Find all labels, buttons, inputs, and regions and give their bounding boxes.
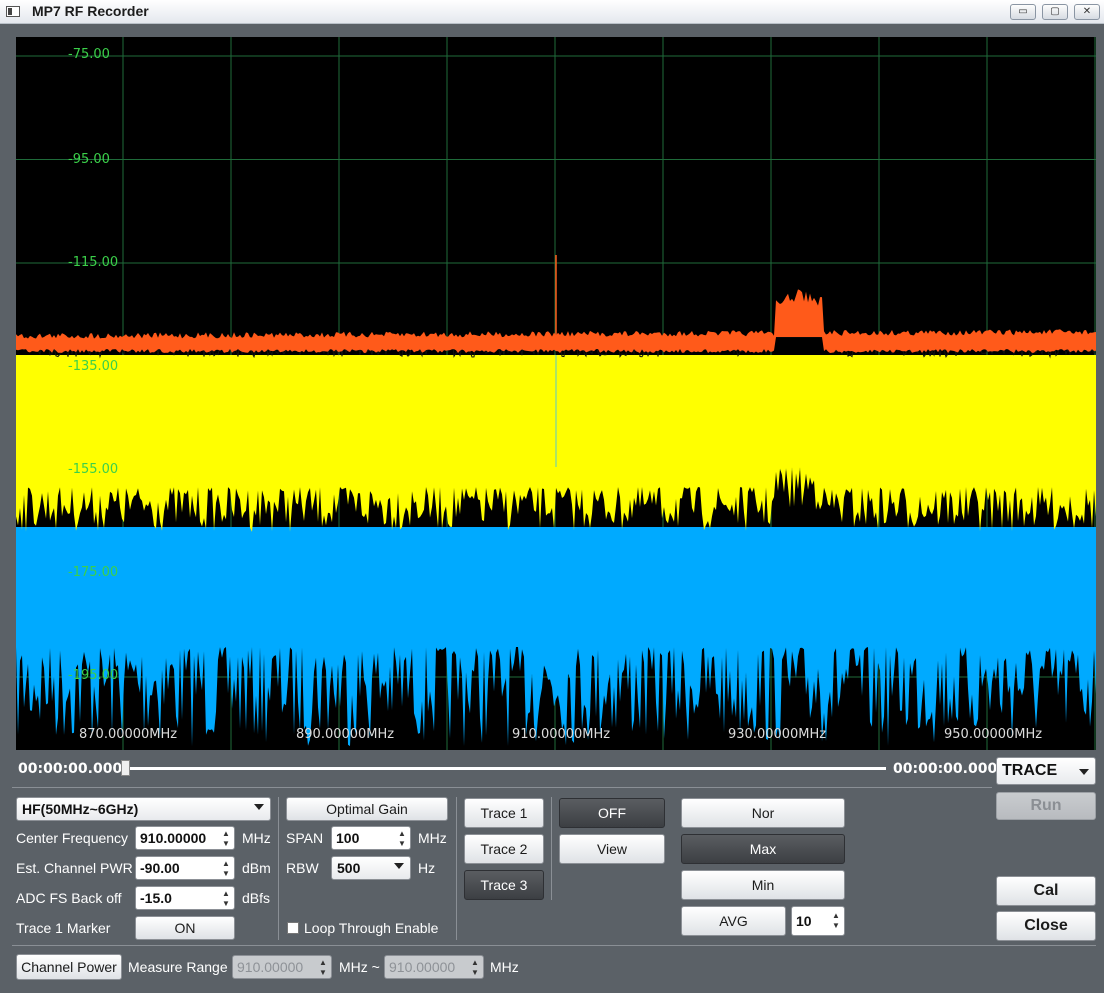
y-tick-label: -155.00 — [68, 462, 119, 477]
adc-fs-backoff-value: -15.0 — [140, 890, 172, 906]
trace-1-button[interactable]: Trace 1 — [464, 798, 544, 828]
title-bar: MP7 RF Recorder ▭ ▢ ✕ — [0, 0, 1104, 24]
spin-arrows-icon[interactable]: ▲ ▼ — [221, 859, 231, 879]
timeline-slider-thumb[interactable] — [121, 760, 130, 776]
measure-range-from-value: 910.00000 — [237, 959, 304, 975]
chevron-down-icon — [1079, 769, 1089, 775]
avg-count-value: 10 — [796, 913, 812, 929]
view-button[interactable]: View — [559, 834, 665, 864]
off-button[interactable]: OFF — [559, 798, 665, 828]
adc-fs-backoff-input[interactable]: -15.0 ▲ ▼ — [135, 886, 235, 910]
measure-range-unit: MHz — [490, 959, 519, 975]
y-tick-label: -175.00 — [68, 565, 119, 580]
y-tick-label: -135.00 — [68, 359, 119, 374]
window-title: MP7 RF Recorder — [32, 3, 149, 19]
center-frequency-label: Center Frequency — [16, 830, 129, 846]
spectrum-display: -75.00 -95.00 -115.00 -135.00 -155.00 -1… — [16, 37, 1096, 750]
spin-arrows-icon[interactable]: ▲ ▼ — [221, 829, 231, 849]
measure-range-to-input[interactable]: 910.00000 ▲ ▼ — [384, 955, 484, 979]
spin-arrows-icon[interactable]: ▲ ▼ — [221, 889, 231, 909]
rbw-label: RBW — [286, 860, 319, 876]
trace-2-button[interactable]: Trace 2 — [464, 834, 544, 864]
center-frequency-value: 910.00000 — [140, 830, 207, 846]
measure-range-label: Measure Range — [128, 959, 228, 975]
loop-through-checkbox[interactable] — [287, 922, 299, 934]
center-frequency-unit: MHz — [242, 830, 271, 846]
spectrum-plot — [16, 37, 1096, 750]
adc-fs-backoff-label: ADC FS Back off — [16, 890, 122, 906]
est-channel-pwr-value: -90.00 — [140, 860, 180, 876]
est-channel-pwr-label: Est. Channel PWR — [16, 860, 133, 876]
loop-through-label: Loop Through Enable — [304, 920, 439, 936]
min-button[interactable]: Min — [681, 870, 845, 900]
optimal-gain-button[interactable]: Optimal Gain — [286, 797, 448, 821]
divider — [12, 945, 1096, 946]
divider — [278, 797, 279, 940]
x-tick-label: 870.00000MHz — [79, 727, 178, 742]
mode-select-value: TRACE — [1002, 762, 1058, 779]
rbw-unit: Hz — [418, 860, 436, 876]
rbw-select[interactable]: 500 — [331, 856, 411, 880]
y-tick-label: -75.00 — [68, 47, 110, 62]
x-tick-label: 950.00000MHz — [944, 727, 1043, 742]
trace-3-button[interactable]: Trace 3 — [464, 870, 544, 900]
band-select-value: HF(50MHz~6GHz) — [22, 801, 139, 817]
est-channel-pwr-input[interactable]: -90.00 ▲ ▼ — [135, 856, 235, 880]
avg-button[interactable]: AVG — [681, 906, 786, 936]
measure-range-from-input[interactable]: 910.00000 ▲ ▼ — [232, 955, 332, 979]
time-end: 00:00:00.000 — [893, 761, 998, 777]
x-tick-label: 930.00000MHz — [728, 727, 827, 742]
time-start: 00:00:00.000 — [18, 761, 123, 777]
rbw-value: 500 — [337, 860, 361, 876]
max-button[interactable]: Max — [681, 834, 845, 864]
trace1-marker-toggle[interactable]: ON — [135, 916, 235, 940]
center-frequency-input[interactable]: 910.00000 ▲ ▼ — [135, 826, 235, 850]
divider — [456, 797, 457, 940]
app-icon — [6, 6, 20, 17]
span-input[interactable]: 100 ▲ ▼ — [331, 826, 411, 850]
x-tick-label: 910.00000MHz — [512, 727, 611, 742]
est-channel-pwr-unit: dBm — [242, 860, 271, 876]
minimize-button[interactable]: ▭ — [1010, 4, 1036, 20]
measure-range-to-value: 910.00000 — [389, 959, 456, 975]
avg-count-input[interactable]: 10 ▲ ▼ — [791, 906, 845, 936]
x-tick-label: 890.00000MHz — [296, 727, 395, 742]
span-label: SPAN — [286, 830, 324, 846]
channel-power-button[interactable]: Channel Power — [16, 954, 122, 980]
chevron-down-icon — [394, 863, 404, 869]
span-value: 100 — [336, 830, 360, 846]
cal-button[interactable]: Cal — [996, 876, 1096, 906]
nor-button[interactable]: Nor — [681, 798, 845, 828]
close-button[interactable]: Close — [996, 911, 1096, 941]
min-trace — [16, 527, 1096, 747]
timeline-slider[interactable] — [124, 767, 886, 770]
spin-arrows-icon[interactable]: ▲ ▼ — [318, 958, 328, 978]
divider — [12, 787, 992, 788]
maximize-button[interactable]: ▢ — [1042, 4, 1068, 20]
y-tick-label: -115.00 — [68, 255, 119, 270]
chevron-down-icon — [254, 804, 264, 810]
adc-fs-backoff-unit: dBfs — [242, 890, 271, 906]
spin-arrows-icon[interactable]: ▲ ▼ — [831, 911, 841, 931]
y-tick-label: -95.00 — [68, 152, 110, 167]
app-window: MP7 RF Recorder ▭ ▢ ✕ -75.00 -95.00 -115… — [0, 0, 1104, 993]
span-unit: MHz — [418, 830, 447, 846]
band-select[interactable]: HF(50MHz~6GHz) — [16, 797, 271, 821]
trace1-marker-label: Trace 1 Marker — [16, 920, 111, 936]
spin-arrows-icon[interactable]: ▲ ▼ — [470, 958, 480, 978]
y-tick-label: -195.00 — [68, 668, 119, 683]
divider — [551, 797, 552, 900]
mode-select[interactable]: TRACE — [996, 757, 1096, 785]
measure-range-separator: MHz ~ — [339, 959, 380, 975]
run-button[interactable]: Run — [996, 792, 1096, 820]
spin-arrows-icon[interactable]: ▲ ▼ — [397, 829, 407, 849]
close-window-button[interactable]: ✕ — [1074, 4, 1100, 20]
